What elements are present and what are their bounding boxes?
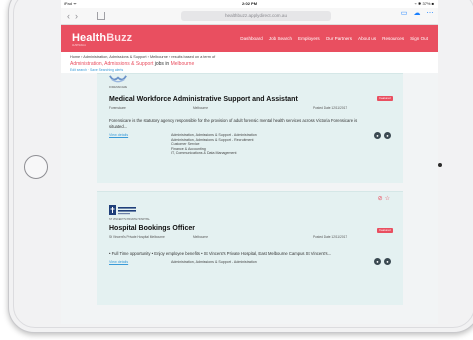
job-title[interactable]: Medical Workforce Administrative Support… xyxy=(109,96,298,103)
category-item: IT, Communications & Data Management xyxy=(171,151,237,156)
results-title: Administration, Admissions & Support job… xyxy=(70,61,429,67)
job-location: Melbourne xyxy=(193,106,209,110)
category-item: Administration, Admissions & Support - A… xyxy=(171,133,257,137)
job-description: Forensicare is the statutory agency resp… xyxy=(109,118,358,129)
favourite-star-icon[interactable]: ☆ xyxy=(385,196,392,202)
st-vincents-logo xyxy=(109,205,136,215)
share-job-icon[interactable]: ● xyxy=(374,258,381,265)
nav-dashboard[interactable]: Dashboard xyxy=(240,36,262,41)
nav-our-partners[interactable]: Our Partners xyxy=(326,36,352,41)
job-card[interactable]: FORENSICARE Featured Medical Workforce A… xyxy=(97,73,403,183)
view-details-link[interactable]: View details xyxy=(109,133,128,137)
back-icon[interactable]: ‹ xyxy=(67,11,75,21)
job-posted-date: Posted Date 12/11/2017 xyxy=(313,106,348,110)
job-title[interactable]: Hospital Bookings Officer xyxy=(109,225,195,232)
url-bar[interactable]: healthbuzz.applydirect.com.au xyxy=(181,11,331,21)
view-details-link[interactable]: View details xyxy=(109,260,128,264)
card-actions: ⊘☆ xyxy=(378,195,392,202)
nav-job-search[interactable]: Job Search xyxy=(269,36,292,41)
breadcrumb-path: Home › Administration, Admissions & Supp… xyxy=(70,55,216,59)
nav-resources[interactable]: Resources xyxy=(382,36,404,41)
category-item: Administration, Admissions & Support - A… xyxy=(171,260,257,264)
more-icon[interactable]: ⋯ xyxy=(426,10,434,18)
logo-tagline: AUSTRALIA xyxy=(72,44,86,47)
nav-sign-out[interactable]: Sign Out xyxy=(410,36,428,41)
job-posted-date: Posted Date 12/11/2017 xyxy=(313,235,348,239)
status-bar: iPad ᯤ 2:02 PM ⌁ ✱ 37% ■ xyxy=(61,0,438,8)
book-icon[interactable]: ▭ xyxy=(400,10,408,18)
browser-toolbar: ‹› healthbuzz.applydirect.com.au ▭ ☁ ⋯ xyxy=(61,8,438,25)
nav-employers[interactable]: Employers xyxy=(298,36,320,41)
logo-main: Health xyxy=(72,32,107,44)
featured-badge: Featured xyxy=(377,228,393,233)
results-title-mid: jobs in xyxy=(153,61,171,67)
forward-icon[interactable]: › xyxy=(75,11,83,21)
job-categories: Administration, Admissions & Support - A… xyxy=(171,260,257,265)
healthbuzz-logo[interactable]: HealthBuzz xyxy=(72,32,132,44)
share-icon[interactable] xyxy=(97,12,105,20)
nav-about-us[interactable]: About us xyxy=(358,36,376,41)
job-location: Melbourne xyxy=(193,235,209,239)
tablet-screen: iPad ᯤ 2:02 PM ⌁ ✱ 37% ■ ‹› healthbuzz.a… xyxy=(61,0,438,324)
battery-status: ⌁ ✱ 37% ■ xyxy=(414,1,434,6)
forensicare-logo xyxy=(109,75,127,83)
job-employer: Forensicare xyxy=(109,106,126,110)
browser-nav-buttons: ‹› xyxy=(67,11,83,21)
status-time: 2:02 PM xyxy=(241,1,258,6)
search-links[interactable]: Edit search · Save Searching alerts xyxy=(70,68,429,72)
logo-accent: Buzz xyxy=(106,32,133,44)
job-card[interactable]: ⊘☆ ST VINCENT'S PRIVATE HOSPITAL Feature… xyxy=(97,191,403,305)
results-category: Administration, Admissions & Support xyxy=(70,61,154,67)
main-nav: Dashboard Job Search Employers Our Partn… xyxy=(240,36,428,41)
hide-job-icon[interactable]: ⊘ xyxy=(378,196,385,202)
browser-tools: ▭ ☁ ⋯ xyxy=(400,10,434,18)
results-location: Melbourne xyxy=(170,61,195,67)
employer-logo-caption: ST VINCENT'S PRIVATE HOSPITAL xyxy=(109,218,150,221)
featured-badge: Featured xyxy=(377,96,393,101)
job-employer: St Vincent's Private Hospital Melbourne xyxy=(109,235,165,239)
save-job-icon[interactable]: ● xyxy=(384,258,391,265)
results-list: FORENSICARE Featured Medical Workforce A… xyxy=(61,73,438,324)
site-header: HealthBuzz AUSTRALIA Dashboard Job Searc… xyxy=(61,25,438,52)
employer-logo-caption: FORENSICARE xyxy=(109,86,128,89)
camera-icon xyxy=(438,163,442,167)
share-job-icon[interactable]: ● xyxy=(374,132,381,139)
save-job-icon[interactable]: ● xyxy=(384,132,391,139)
job-description: • Full Time opportunity • Enjoy employee… xyxy=(109,251,332,256)
job-categories: Administration, Admissions & Support - A… xyxy=(171,133,257,156)
home-button[interactable] xyxy=(24,155,48,179)
cloud-icon[interactable]: ☁ xyxy=(413,10,421,18)
